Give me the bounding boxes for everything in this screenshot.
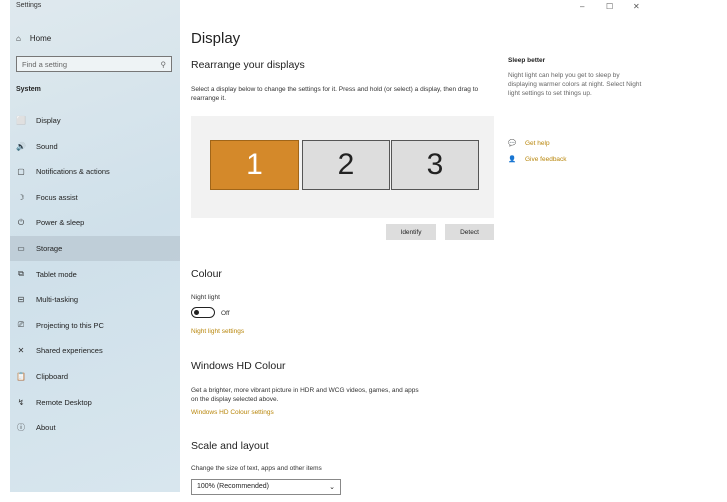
feedback-icon: 👤 — [508, 156, 517, 163]
sidebar-item-icon: ⧉ — [18, 269, 24, 279]
sidebar-item-label: Tablet mode — [36, 269, 77, 279]
give-feedback-link[interactable]: Give feedback — [525, 156, 567, 163]
hd-colour-title: Windows HD Colour — [191, 360, 286, 372]
hd-colour-desc: Get a brighter, more vibrant picture in … — [191, 387, 419, 403]
close-button[interactable]: ✕ — [633, 2, 640, 11]
app-title: Settings — [16, 2, 42, 9]
detect-button[interactable]: Detect — [445, 224, 494, 240]
sidebar-item-icon: ⬜ — [16, 116, 26, 125]
sidebar-item-label: Storage — [36, 244, 63, 253]
sidebar-item-label: Clipboard — [36, 372, 69, 381]
sidebar-item-icon: ▢ — [17, 167, 25, 177]
sidebar-item-icon: ☽ — [17, 192, 25, 202]
sidebar-item-label: Shared experiences — [36, 346, 103, 356]
sidebar-item-clipboard[interactable]: 📋 Clipboard — [10, 364, 180, 389]
sidebar-item-icon: 📋 — [16, 372, 26, 381]
minimize-button[interactable]: – — [580, 2, 584, 11]
search-icon: ⚲ — [160, 60, 167, 69]
sidebar-item-label: Notifications & actions — [36, 167, 110, 177]
sidebar-item-label: Display — [36, 116, 61, 125]
sidebar-item-shared-experiences[interactable]: ✕ Shared experiences — [10, 338, 180, 363]
scale-select[interactable]: 100% (Recommended) ⌄ — [191, 479, 341, 495]
sidebar-item-label: Focus assist — [36, 192, 78, 202]
night-light-toggle[interactable] — [191, 307, 215, 318]
sidebar-item-sound[interactable]: 🔊 Sound — [10, 134, 180, 159]
sidebar-item-label: Remote Desktop — [36, 397, 92, 407]
sidebar-item-storage[interactable]: ▭ Storage — [10, 236, 180, 261]
sidebar-item-label: Projecting to this PC — [36, 320, 104, 330]
display-arrangement: 1 2 3 — [191, 116, 494, 218]
sidebar-item-icon: ▭ — [17, 244, 25, 253]
colour-title: Colour — [191, 268, 222, 280]
sidebar-item-icon: ↯ — [17, 397, 25, 407]
sidebar-item-label: Multi-tasking — [36, 295, 79, 305]
sidebar-item-icon: ✕ — [17, 346, 25, 356]
sidebar-item-icon: ⊟ — [17, 295, 25, 305]
sidebar-item-display[interactable]: ⬜ Display — [10, 108, 180, 133]
home-icon: ⌂ — [16, 34, 21, 43]
search-placeholder: Find a setting — [22, 60, 68, 69]
monitor-3[interactable]: 3 — [391, 140, 479, 190]
aside-desc: Night light can help you get to sleep by… — [508, 72, 642, 97]
home-link[interactable]: ⌂ Home — [16, 34, 51, 43]
night-light-settings-link[interactable]: Night light settings — [191, 328, 244, 335]
help-icon: 💬 — [508, 140, 517, 147]
sidebar-item-icon: ⏻ — [17, 217, 25, 227]
scale-label: Change the size of text, apps and other … — [191, 465, 322, 472]
hd-colour-settings-link[interactable]: Windows HD Colour settings — [191, 409, 274, 416]
night-light-label: Night light — [191, 294, 220, 301]
monitor-2[interactable]: 2 — [302, 140, 390, 190]
scale-value: 100% (Recommended) — [197, 483, 269, 490]
sidebar-item-label: Sound — [36, 141, 58, 151]
sidebar-item-projecting-to-this-pc[interactable]: ⎚ Projecting to this PC — [10, 313, 180, 338]
scale-title: Scale and layout — [191, 440, 269, 452]
sidebar-item-icon: ⓘ — [17, 423, 25, 433]
maximize-button[interactable]: ☐ — [606, 2, 613, 11]
chevron-down-icon: ⌄ — [329, 484, 335, 491]
section-title: System — [16, 86, 41, 93]
sidebar: Settings ⌂ Home Find a setting ⚲ System ⬜ D… — [10, 0, 180, 492]
sidebar-item-label: Power & sleep — [36, 218, 85, 228]
get-help-link[interactable]: Get help — [525, 140, 550, 147]
sidebar-item-tablet-mode[interactable]: ⧉ Tablet mode — [10, 262, 180, 287]
sidebar-item-focus-assist[interactable]: ☽ Focus assist — [10, 185, 180, 210]
rearrange-desc: Select a display below to change the set… — [191, 86, 479, 102]
sidebar-item-power-sleep[interactable]: ⏻ Power & sleep — [10, 210, 180, 235]
home-label: Home — [29, 34, 52, 43]
page-title: Display — [191, 30, 241, 47]
night-light-state: Off — [221, 310, 230, 317]
sidebar-item-about[interactable]: ⓘ About — [10, 415, 180, 440]
monitor-1[interactable]: 1 — [210, 140, 299, 190]
sidebar-item-icon: ⎚ — [17, 320, 25, 330]
rearrange-title: Rearrange your displays — [191, 59, 305, 71]
sidebar-item-multi-tasking[interactable]: ⊟ Multi-tasking — [10, 287, 180, 312]
sidebar-item-label: About — [36, 423, 56, 433]
sidebar-item-notifications-actions[interactable]: ▢ Notifications & actions — [10, 159, 180, 184]
identify-button[interactable]: Identify — [386, 224, 436, 240]
aside-title: Sleep better — [508, 57, 546, 64]
sidebar-item-remote-desktop[interactable]: ↯ Remote Desktop — [10, 390, 180, 415]
search-input[interactable]: Find a setting ⚲ — [16, 56, 172, 72]
sidebar-item-icon: 🔊 — [16, 141, 26, 151]
